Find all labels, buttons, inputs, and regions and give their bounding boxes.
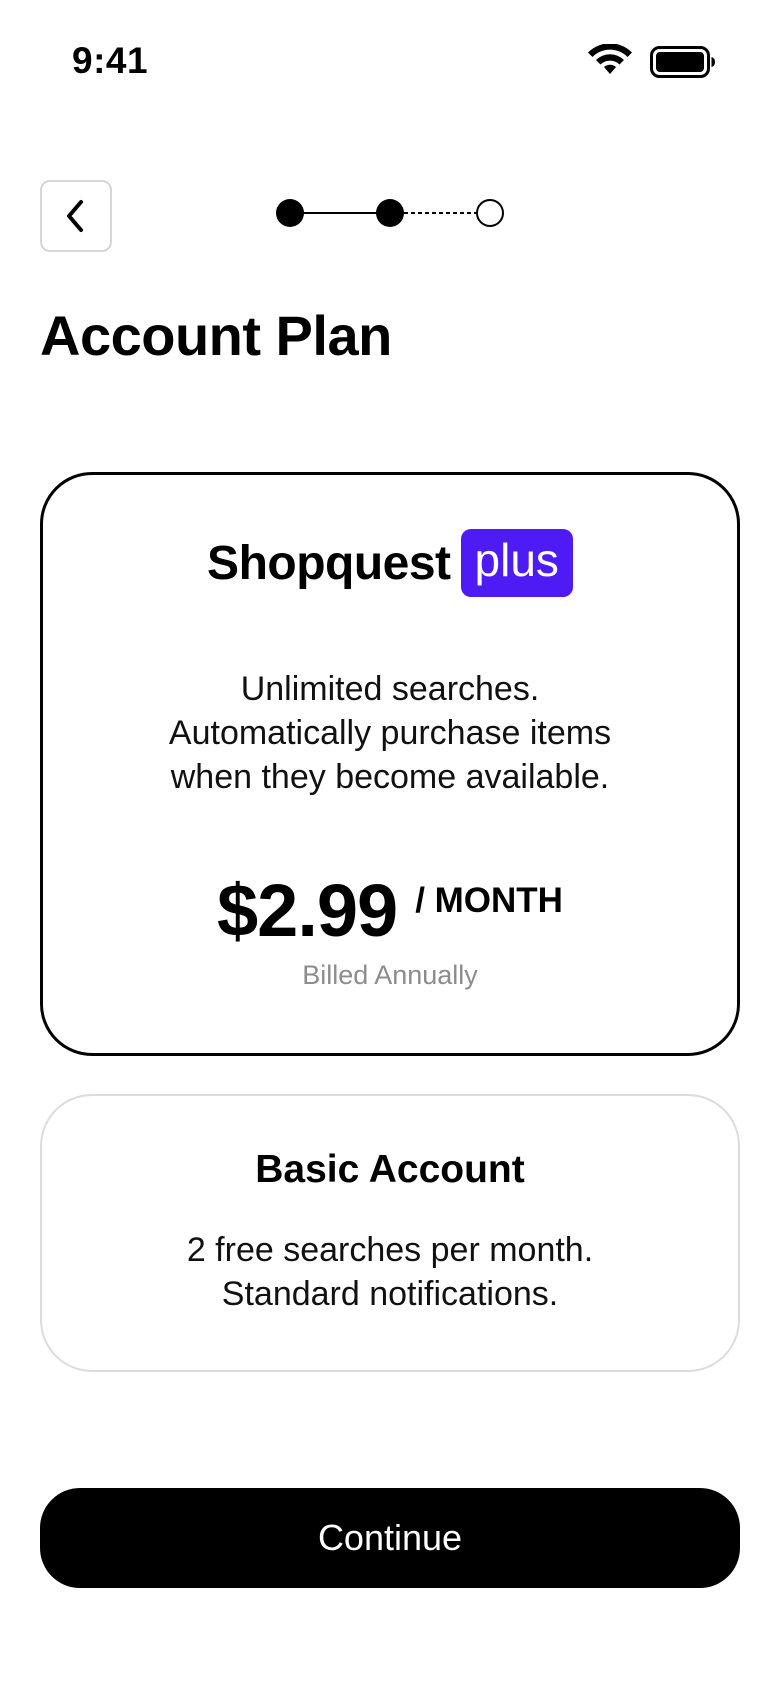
plan-card-basic[interactable]: Basic Account 2 free searches per month.… (40, 1094, 740, 1372)
plus-badge: plus (460, 529, 573, 597)
price-row: $2.99 / MONTH (43, 869, 737, 953)
plan-card-shopquest-plus[interactable]: Shopquest plus Unlimited searches. Autom… (40, 472, 740, 1056)
plan-description-line: Automatically purchase items (168, 714, 612, 752)
basic-plan-description: 2 free searches per month. Standard noti… (42, 1228, 738, 1316)
plan-description-line: when they become available. (170, 758, 610, 796)
continue-button[interactable]: Continue (40, 1488, 740, 1588)
billing-note: Billed Annually (302, 960, 478, 990)
progress-steps (276, 199, 504, 227)
price-amount: $2.99 (217, 869, 398, 952)
battery-icon (650, 46, 715, 78)
basic-description-line: 2 free searches per month. (186, 1231, 594, 1269)
brand-name: Shopquest (207, 536, 451, 590)
basic-plan-title: Basic Account (255, 1148, 525, 1191)
progress-step-3 (476, 199, 504, 227)
brand-row: Shopquest plus (43, 529, 737, 597)
wifi-icon (588, 44, 632, 74)
plan-description-line: Unlimited searches. (240, 670, 540, 708)
chevron-left-icon (67, 200, 83, 232)
plan-description: Unlimited searches. Automatically purcha… (43, 667, 737, 799)
progress-step-1 (276, 199, 304, 227)
basic-description-line: Standard notifications. (221, 1275, 559, 1313)
price-period: / MONTH (415, 881, 563, 920)
page-title: Account Plan (40, 304, 392, 367)
progress-step-2 (376, 199, 404, 227)
status-time: 9:41 (72, 40, 149, 81)
back-button[interactable] (40, 180, 112, 252)
